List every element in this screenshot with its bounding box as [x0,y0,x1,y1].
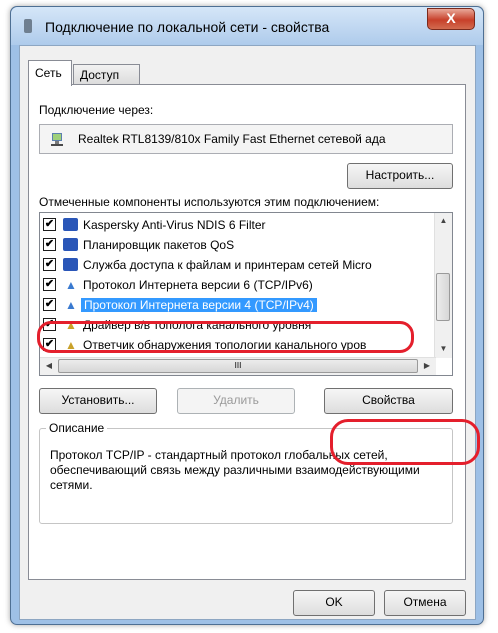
network-tab-panel: Подключение через: Realtek RTL8139/810x … [28,84,466,580]
scroll-down-icon[interactable]: ▼ [438,343,449,355]
properties-button[interactable]: Свойства [324,388,453,414]
network-component-icon [63,258,78,271]
checkbox[interactable]: ✔ [43,258,56,271]
checkbox[interactable]: ✔ [43,298,56,311]
network-adapter-icon [24,19,32,33]
checkbox[interactable]: ✔ [43,238,56,251]
component-label: Ответчик обнаружения топологии канальног… [83,338,367,352]
checkbox[interactable]: ✔ [43,318,56,331]
tab-sharing[interactable]: Доступ [73,64,140,84]
checkbox[interactable]: ✔ [43,218,56,231]
component-label: Планировщик пакетов QoS [83,238,235,252]
protocol-icon: ▲ [65,278,77,292]
component-label: Служба доступа к файлам и принтерам сете… [83,258,372,272]
tab-network[interactable]: Сеть [28,60,72,86]
checkbox[interactable]: ✔ [43,338,56,351]
scroll-thumb[interactable]: III [58,359,418,373]
connect-using-label: Подключение через: [39,103,154,117]
title-bar[interactable]: Подключение по локальной сети - свойства… [11,7,483,45]
scroll-thumb[interactable] [436,273,450,321]
components-label: Отмеченные компоненты используются этим … [39,195,380,209]
description-group: Описание Протокол TCP/IP - стандартный п… [39,421,453,524]
close-button[interactable]: X [427,8,475,30]
remove-button[interactable]: Удалить [177,388,295,414]
adapter-name: Realtek RTL8139/810x Family Fast Etherne… [78,132,386,146]
horizontal-scrollbar[interactable]: ◀ III ▶ [40,357,436,375]
cancel-button[interactable]: Отмена [384,590,466,616]
properties-dialog: Подключение по локальной сети - свойства… [10,6,484,625]
dialog-client: Сеть Доступ Подключение через: Realtek R… [19,45,476,620]
description-text: Протокол TCP/IP - стандартный протокол г… [50,448,420,492]
ok-button[interactable]: OK [293,590,375,616]
adapter-field: Realtek RTL8139/810x Family Fast Etherne… [39,124,453,154]
protocol-icon: ▲ [65,318,77,332]
protocol-icon: ▲ [65,338,77,352]
vertical-scrollbar[interactable]: ▲ ▼ [434,213,452,358]
scroll-left-icon[interactable]: ◀ [43,360,55,372]
protocol-icon: ▲ [65,298,77,312]
network-component-icon [63,238,78,251]
scroll-up-icon[interactable]: ▲ [438,215,449,227]
component-label: Kaspersky Anti-Virus NDIS 6 Filter [83,218,266,232]
network-card-icon [51,133,63,146]
description-legend: Описание [46,421,108,435]
components-list[interactable]: ✔ Kaspersky Anti-Virus NDIS 6 Filter ✔ П… [39,212,453,376]
configure-button[interactable]: Настроить... [347,163,453,189]
component-label: Протокол Интернета версии 6 (TCP/IPv6) [83,278,313,292]
component-label: Протокол Интернета версии 4 (TCP/IPv4) [81,298,317,312]
network-component-icon [63,218,78,231]
scroll-right-icon[interactable]: ▶ [421,360,433,372]
checkbox[interactable]: ✔ [43,278,56,291]
component-label: Драйвер в/в тополога канального уровня [83,318,312,332]
install-button[interactable]: Установить... [39,388,157,414]
window-title: Подключение по локальной сети - свойства [45,19,330,35]
